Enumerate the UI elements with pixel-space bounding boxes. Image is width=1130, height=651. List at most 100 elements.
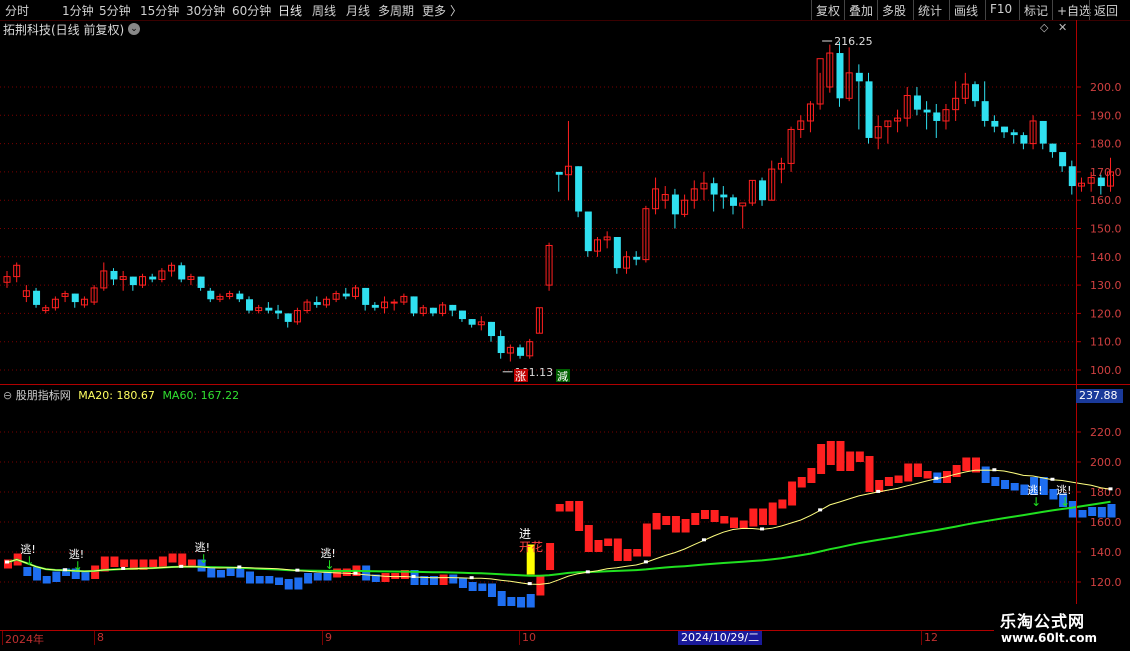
ma20-dot [992, 468, 997, 472]
indicator-bar [1097, 507, 1106, 518]
indicator-bar [362, 565, 371, 581]
ma20-dot [469, 576, 474, 580]
toolbar-separator [1019, 0, 1020, 20]
indicator-bar [1010, 483, 1019, 491]
candle-body [410, 296, 418, 314]
chevron-right-icon[interactable]: 〉 [450, 2, 462, 19]
candle-body [991, 120, 999, 127]
period-tab-4[interactable]: 30分钟 [186, 2, 225, 19]
action-button-8[interactable]: 返回 [1094, 2, 1118, 19]
indicator-bar [255, 576, 264, 584]
period-tab-3[interactable]: 15分钟 [140, 2, 179, 19]
indicator-bar [681, 519, 690, 533]
indicator-axis-label: 200.0 [1090, 456, 1122, 469]
indicator-bar [207, 567, 216, 578]
ma60-label: MA60: [162, 389, 198, 402]
action-button-7[interactable]: +自选 [1057, 2, 1091, 19]
main-chart[interactable]: 200.0 190.0 180.0 170.0 160.0 150.0 140.0 130.0… [0, 20, 1130, 630]
indicator-bar [120, 559, 129, 567]
candle-body [497, 336, 505, 354]
pane-divider[interactable] [0, 384, 1130, 385]
indicator-name[interactable]: 股朋指标网 [16, 389, 71, 402]
action-button-4[interactable]: 画线 [954, 2, 978, 19]
price-axis-label: 190.0 [1090, 109, 1122, 122]
period-tab-6[interactable]: 日线 [278, 2, 302, 19]
indicator-axis-label: 140.0 [1090, 546, 1122, 559]
candle-body [236, 293, 244, 300]
date-label: 12 [924, 631, 938, 644]
action-button-5[interactable]: F10 [990, 2, 1012, 16]
price-axis-label: 120.0 [1090, 307, 1122, 320]
candle-body [71, 293, 79, 303]
ma20-label: MA20: [78, 389, 113, 402]
candle-body [584, 211, 592, 252]
date-tick [2, 631, 3, 645]
period-tab-2[interactable]: 5分钟 [99, 2, 131, 19]
toolbar-separator [1052, 0, 1053, 20]
period-tab-10[interactable]: 更多 [422, 2, 446, 19]
candle-body [739, 202, 747, 207]
indicator-bar [923, 471, 932, 479]
candle-body [313, 302, 321, 305]
candle-body [1039, 120, 1047, 144]
date-label: 8 [97, 631, 104, 644]
candle-body [972, 84, 979, 102]
period-tab-9[interactable]: 多周期 [378, 2, 414, 19]
action-button-2[interactable]: 多股 [882, 2, 906, 19]
down-arrow-icon: ↓ [24, 554, 34, 568]
minus-circle-icon[interactable]: ⊖ [3, 389, 12, 402]
indicator-bar [468, 582, 477, 591]
candle-body [923, 109, 931, 113]
action-button-0[interactable]: 复权 [816, 2, 840, 19]
toolbar-separator [877, 0, 878, 20]
indicator-bar [768, 502, 777, 525]
indicator-title: ⊖ 股朋指标网 MA20: 180.67 MA60: 167.22 [3, 387, 239, 403]
indicator-bar [304, 573, 313, 584]
ma20-dot [1108, 487, 1113, 491]
indicator-bar [1088, 507, 1097, 516]
ma20-dot [876, 489, 881, 493]
period-tab-0[interactable]: 分时 [5, 2, 29, 19]
indicator-axis-label: 180.0 [1090, 486, 1122, 499]
toolbar-separator [985, 0, 986, 20]
indicator-bar [904, 463, 913, 482]
indicator-bar [991, 477, 1000, 486]
period-tab-7[interactable]: 周线 [312, 2, 336, 19]
candle-body [197, 276, 205, 288]
candle-body [575, 166, 583, 212]
indicator-bar [642, 523, 651, 557]
ma20-line [6, 469, 1111, 585]
candle-body [265, 307, 273, 311]
indicator-bar [216, 570, 225, 578]
candle-body [468, 319, 476, 325]
period-tab-8[interactable]: 月线 [346, 2, 370, 19]
indicator-bar [730, 517, 738, 528]
indicator-bar [149, 559, 158, 567]
price-axis-label: 110.0 [1090, 336, 1122, 349]
indicator-bar [23, 567, 32, 576]
action-button-6[interactable]: 标记 [1024, 2, 1048, 19]
watermark-url: www.60lt.com [1001, 631, 1098, 645]
ma20-dot [179, 564, 184, 568]
enter-signal: 进 [519, 527, 531, 541]
period-tab-1[interactable]: 1分钟 [62, 2, 94, 19]
indicator-bar [110, 556, 119, 567]
indicator-bar [381, 573, 390, 582]
action-button-1[interactable]: 叠加 [849, 2, 873, 19]
date-label: 2024年 [5, 633, 44, 646]
indicator-bar [391, 573, 400, 579]
candle-body [1068, 166, 1076, 187]
date-tick [322, 631, 323, 645]
indicator-bar [584, 525, 593, 552]
indicator-bar [1001, 480, 1010, 489]
candle-body [429, 307, 437, 314]
candle-body [129, 276, 137, 286]
period-tab-5[interactable]: 60分钟 [232, 2, 271, 19]
candle-body [759, 180, 767, 201]
ma20-dot [934, 476, 939, 480]
indicator-bar [546, 543, 555, 570]
indicator-axis-label: 160.0 [1090, 516, 1122, 529]
candle-body [1020, 135, 1028, 144]
candle-body [275, 310, 283, 314]
action-button-3[interactable]: 统计 [918, 2, 942, 19]
